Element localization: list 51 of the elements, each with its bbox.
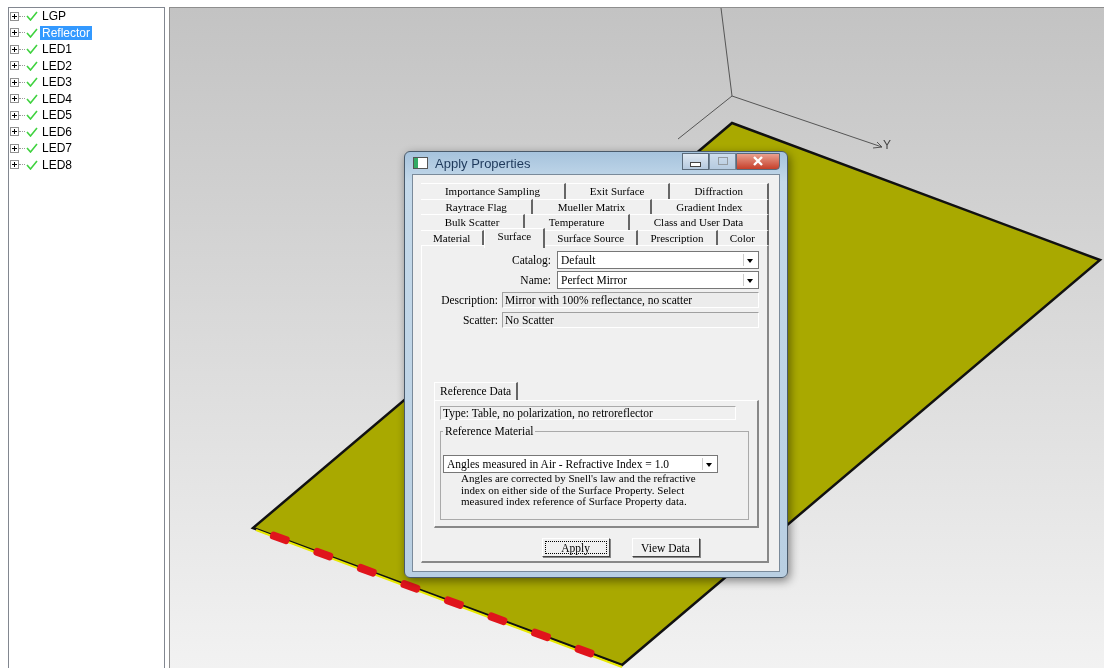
readonly-field: No Scatter bbox=[502, 312, 759, 328]
field-label: Description: bbox=[440, 294, 499, 306]
expand-icon[interactable] bbox=[10, 143, 19, 153]
help-text: Angles are corrected by Snell's law and the refractive index on either side of the Surface Property. Select measured index reference of Surface Property data. bbox=[461, 473, 697, 508]
tree-item[interactable]: LED4 bbox=[40, 91, 75, 106]
tab[interactable]: Color bbox=[717, 229, 769, 245]
tab[interactable]: Reference Data bbox=[434, 382, 519, 400]
expand-icon[interactable] bbox=[10, 77, 19, 87]
tab[interactable]: Diffraction bbox=[670, 183, 769, 199]
tab[interactable]: Surface bbox=[484, 227, 546, 248]
expand-icon[interactable] bbox=[10, 160, 19, 170]
expand-icon[interactable] bbox=[10, 11, 19, 21]
tree-item[interactable]: LED5 bbox=[40, 108, 75, 123]
tab[interactable]: Class and User Data bbox=[630, 214, 769, 230]
close-icon[interactable] bbox=[752, 156, 764, 166]
tab[interactable]: Prescription bbox=[638, 229, 718, 245]
minimize-button[interactable] bbox=[682, 152, 709, 170]
window-icon bbox=[413, 157, 428, 169]
field-label: Scatter: bbox=[461, 314, 499, 326]
expand-icon[interactable] bbox=[10, 61, 19, 71]
axis-label: Y bbox=[883, 138, 891, 152]
field-label: Catalog: bbox=[511, 254, 552, 266]
tab[interactable]: Importance Sampling bbox=[421, 183, 566, 199]
dropdown[interactable]: Perfect Mirror bbox=[557, 271, 759, 289]
dialog-button[interactable]: View Data bbox=[631, 538, 700, 557]
tree-item[interactable]: LED7 bbox=[40, 141, 75, 156]
expand-icon[interactable] bbox=[10, 28, 19, 38]
tree-item[interactable]: LED1 bbox=[40, 42, 75, 57]
group-title: Reference Material bbox=[444, 425, 535, 437]
tree-item[interactable]: LED6 bbox=[40, 124, 75, 139]
tab[interactable]: Exit Surface bbox=[565, 183, 671, 199]
window-title: Apply Properties bbox=[435, 155, 532, 171]
expand-icon[interactable] bbox=[10, 127, 19, 137]
tree-item[interactable]: LED3 bbox=[40, 75, 75, 90]
tree-item[interactable]: LED2 bbox=[40, 58, 75, 73]
dialog-button[interactable]: Apply bbox=[541, 538, 610, 557]
tab[interactable]: Mueller Matrix bbox=[533, 198, 652, 214]
readonly-field: Mirror with 100% reflectance, no scatter bbox=[502, 292, 759, 308]
tree-item[interactable]: LED8 bbox=[40, 157, 75, 172]
field-label: Name: bbox=[519, 274, 552, 286]
dropdown[interactable]: Default bbox=[557, 251, 759, 269]
expand-icon[interactable] bbox=[10, 110, 19, 120]
dropdown[interactable]: Angles measured in Air - Refractive Index = 1.0 bbox=[443, 455, 718, 473]
readonly-field: Type: Table, no polarization, no retroreflector bbox=[440, 406, 736, 420]
close-button[interactable] bbox=[736, 152, 780, 170]
tab[interactable]: Surface Source bbox=[545, 229, 639, 245]
tree-item[interactable]: LGP bbox=[40, 9, 68, 24]
expand-icon[interactable] bbox=[10, 94, 19, 104]
tab[interactable]: Gradient Index bbox=[651, 198, 769, 214]
tab[interactable]: Raytrace Flag bbox=[421, 198, 534, 214]
expand-icon[interactable] bbox=[10, 44, 19, 54]
